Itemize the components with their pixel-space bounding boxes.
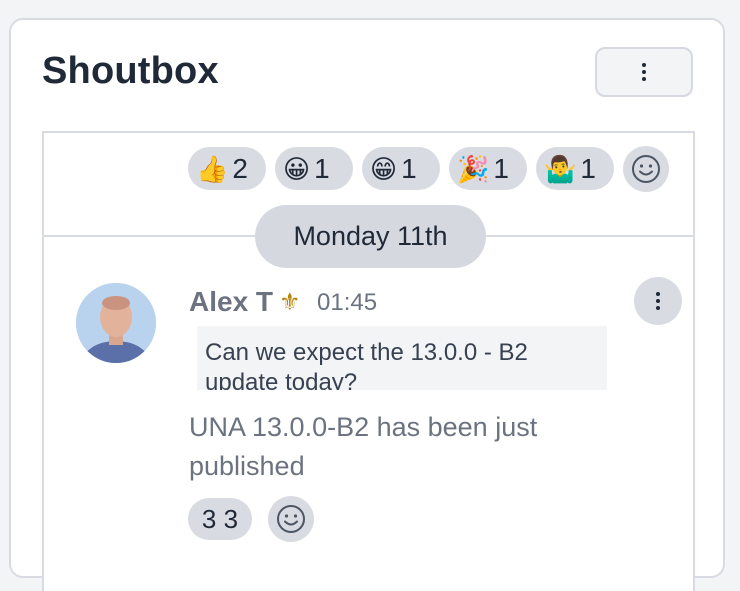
reaction-count: 1 <box>493 152 509 184</box>
message-author[interactable]: Alex T ⚜ <box>189 286 301 318</box>
add-reaction-button[interactable] <box>623 145 669 192</box>
author-name: Alex T <box>189 286 274 317</box>
thumbs-up-icon: 👍 <box>196 153 229 184</box>
user-avatar-photo <box>76 283 156 363</box>
reaction-party-popper[interactable]: 🎉 1 <box>449 147 527 190</box>
date-separator: Monday 11th <box>255 205 486 268</box>
quoted-text: Can we expect the 13.0.0 - B2 update tod… <box>205 339 528 390</box>
grinning-face-icon: 😀 <box>283 153 311 184</box>
reaction-count: 1 <box>314 152 330 184</box>
reaction-grinning-face[interactable]: 😀 1 <box>275 147 353 190</box>
reaction-count: 1 <box>580 152 596 184</box>
vertical-dots-icon <box>656 292 660 310</box>
quoted-message: Can we expect the 13.0.0 - B2 update tod… <box>197 326 607 390</box>
reaction-summary[interactable]: 3 3 <box>188 498 252 540</box>
beaming-face-icon: 😁 <box>370 153 398 184</box>
avatar[interactable] <box>76 283 156 363</box>
vertical-dots-icon <box>642 63 646 81</box>
add-reaction-button[interactable] <box>268 496 314 542</box>
smiley-outline-icon <box>632 154 660 183</box>
message-time: 01:45 <box>317 289 378 316</box>
message-text: UNA 13.0.0-B2 has been just published <box>189 412 538 481</box>
man-shrugging-icon: 🤷‍♂️ <box>544 153 577 184</box>
message-reactions: 3 3 <box>188 496 314 542</box>
shoutbox-feed[interactable]: 👍 2 😀 1 😁 1 🎉 1 🤷‍♂️ 1 <box>42 131 695 591</box>
reaction-beaming-face[interactable]: 😁 1 <box>362 147 440 190</box>
reaction-man-shrugging[interactable]: 🤷‍♂️ 1 <box>536 147 614 190</box>
smiley-outline-icon <box>277 505 305 533</box>
reactions-bar: 👍 2 😀 1 😁 1 🎉 1 🤷‍♂️ 1 <box>188 145 669 192</box>
widget-menu-button[interactable] <box>595 47 693 97</box>
party-popper-icon: 🎉 <box>457 153 490 184</box>
reaction-count: 2 <box>232 152 248 184</box>
fleur-de-lis-icon: ⚜ <box>279 288 301 316</box>
shoutbox-card: Shoutbox 👍 2 😀 1 😁 1 🎉 1 🤷‍♂️ <box>9 18 725 591</box>
reaction-count: 1 <box>401 152 417 184</box>
widget-title: Shoutbox <box>42 50 219 92</box>
reaction-thumbs-up[interactable]: 👍 2 <box>188 147 266 190</box>
message-menu-button[interactable] <box>634 277 682 325</box>
